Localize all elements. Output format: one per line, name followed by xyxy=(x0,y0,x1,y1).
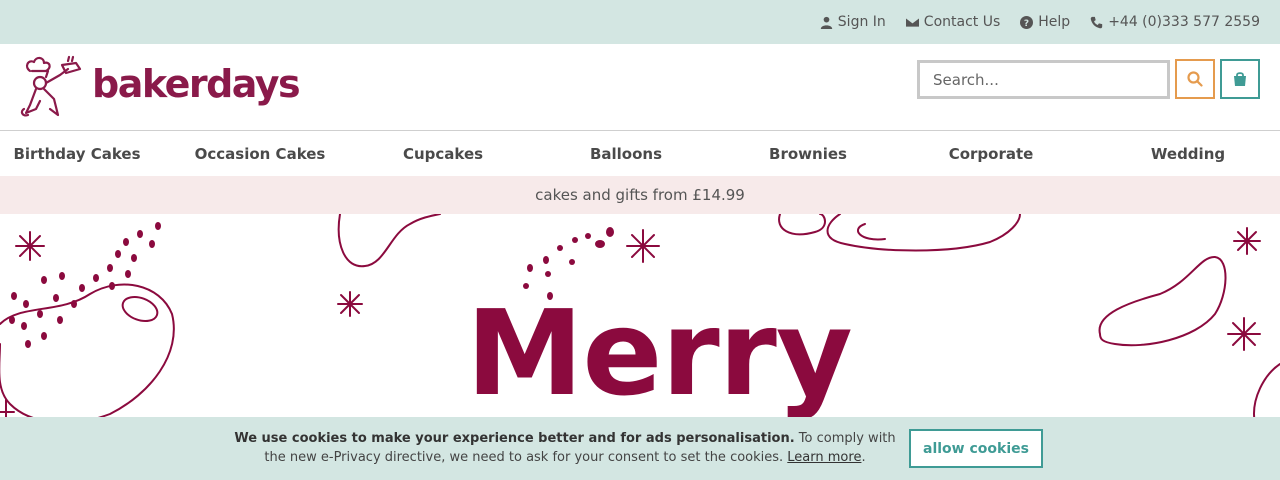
main-nav: Birthday Cakes Occasion Cakes Cupcakes B… xyxy=(0,132,1280,176)
header: bakerdays xyxy=(0,44,1280,131)
user-icon xyxy=(820,16,832,29)
help-link[interactable]: ? Help xyxy=(1020,14,1070,30)
logo[interactable]: bakerdays xyxy=(20,52,301,120)
contact-us-link[interactable]: Contact Us xyxy=(905,14,1001,30)
search-input[interactable] xyxy=(917,60,1170,99)
svg-text:?: ? xyxy=(1024,18,1029,28)
help-label: Help xyxy=(1038,14,1071,30)
nav-item-corporate[interactable]: Corporate xyxy=(949,132,1034,176)
contact-us-label: Contact Us xyxy=(923,14,1001,30)
hero-headline: Merry xyxy=(466,284,853,422)
promo-text: cakes and gifts from £14.99 xyxy=(535,186,745,204)
nav-item-brownies[interactable]: Brownies xyxy=(769,132,847,176)
cart-button[interactable] xyxy=(1220,59,1260,99)
nav-item-balloons[interactable]: Balloons xyxy=(590,132,662,176)
learn-more-link[interactable]: Learn more xyxy=(787,450,861,465)
cookie-message: We use cookies to make your experience b… xyxy=(230,429,900,467)
cookie-banner: We use cookies to make your experience b… xyxy=(0,417,1280,480)
nav-item-occasion-cakes[interactable]: Occasion Cakes xyxy=(195,132,326,176)
sign-in-link[interactable]: Sign In xyxy=(820,14,886,30)
phone-link[interactable]: +44 (0)333 577 2559 xyxy=(1090,14,1260,30)
question-circle-icon: ? xyxy=(1020,15,1034,29)
nav-item-cupcakes[interactable]: Cupcakes xyxy=(403,132,483,176)
cookie-period: . xyxy=(861,450,866,465)
search-button[interactable] xyxy=(1175,59,1215,99)
sign-in-label: Sign In xyxy=(837,14,886,30)
baker-mascot-icon xyxy=(20,55,82,117)
nav-item-wedding[interactable]: Wedding xyxy=(1151,132,1225,176)
phone-number: +44 (0)333 577 2559 xyxy=(1108,14,1260,30)
allow-cookies-button[interactable]: allow cookies xyxy=(909,429,1043,468)
brand-name: bakerdays xyxy=(92,62,301,106)
top-bar: Sign In Contact Us ? Help +44 (0)333 577… xyxy=(0,0,1280,44)
shopping-bag-icon xyxy=(1234,72,1246,86)
cookie-bold-text: We use cookies to make your experience b… xyxy=(234,431,795,446)
phone-icon xyxy=(1090,16,1103,28)
top-links: Sign In Contact Us ? Help +44 (0)333 577… xyxy=(820,0,1260,44)
search-icon xyxy=(1187,71,1203,87)
promo-banner[interactable]: cakes and gifts from £14.99 xyxy=(0,176,1280,214)
nav-item-birthday-cakes[interactable]: Birthday Cakes xyxy=(13,132,140,176)
envelope-icon xyxy=(905,17,919,27)
